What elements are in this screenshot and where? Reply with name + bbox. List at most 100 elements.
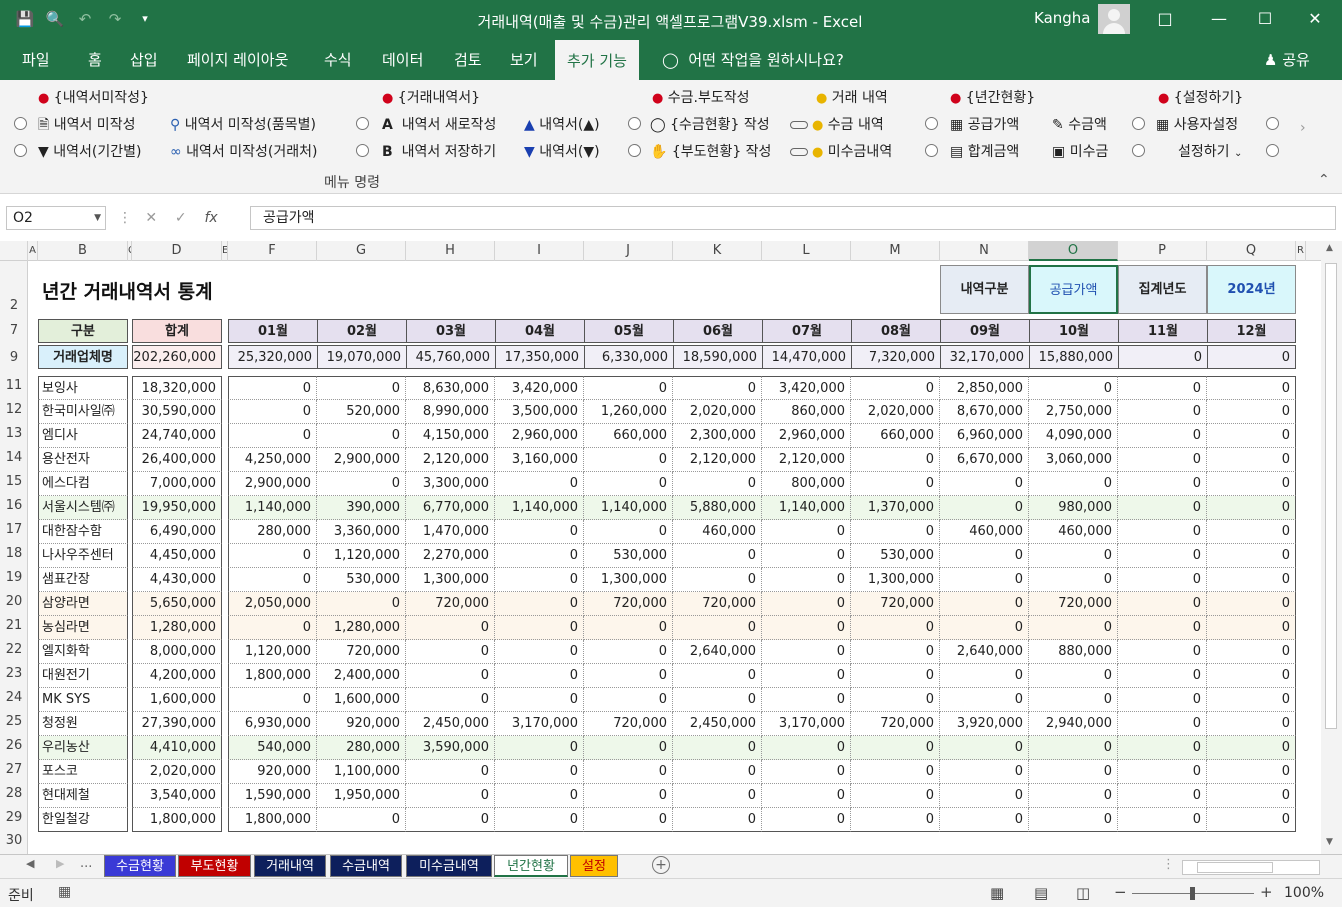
- row-header[interactable]: 18: [0, 542, 28, 566]
- row-month-value[interactable]: 0: [1207, 616, 1296, 640]
- header-month[interactable]: 10월: [1029, 319, 1119, 343]
- row-month-value[interactable]: 0: [1118, 400, 1207, 424]
- row-month-value[interactable]: 0: [495, 760, 584, 784]
- zoom-slider[interactable]: [1132, 887, 1254, 900]
- row-month-value[interactable]: 0: [406, 808, 495, 832]
- row-month-value[interactable]: 3,420,000: [762, 376, 851, 400]
- row-month-value[interactable]: 530,000: [584, 544, 673, 568]
- save-icon[interactable]: 💾: [14, 8, 36, 30]
- row-header[interactable]: 13: [0, 422, 28, 446]
- column-header[interactable]: B: [38, 241, 128, 261]
- radio-option[interactable]: [356, 117, 369, 130]
- column-header[interactable]: N: [940, 241, 1029, 261]
- row-month-value[interactable]: 720,000: [584, 592, 673, 616]
- row-month-value[interactable]: 0: [940, 496, 1029, 520]
- row-month-value[interactable]: 660,000: [851, 424, 940, 448]
- row-client-name[interactable]: 엠디사: [38, 424, 128, 448]
- row-month-value[interactable]: 0: [1118, 544, 1207, 568]
- row-total[interactable]: 7,000,000: [132, 472, 222, 496]
- collect-bounce-header[interactable]: ● 수금.부도작성: [652, 87, 750, 107]
- header-month[interactable]: 03월: [406, 319, 496, 343]
- row-month-value[interactable]: 0: [228, 424, 317, 448]
- sheet-tab[interactable]: 거래내역: [254, 855, 326, 877]
- row-month-value[interactable]: 460,000: [673, 520, 762, 544]
- next-sheet-icon[interactable]: ▶: [56, 857, 64, 870]
- row-month-value[interactable]: 3,060,000: [1029, 448, 1118, 472]
- row-total[interactable]: 8,000,000: [132, 640, 222, 664]
- row-total[interactable]: 19,950,000: [132, 496, 222, 520]
- row-month-value[interactable]: 6,960,000: [940, 424, 1029, 448]
- row-client-name[interactable]: 엘지화학: [38, 640, 128, 664]
- column-header[interactable]: H: [406, 241, 495, 261]
- unwritten-by-item-button[interactable]: ⚲ 내역서 미작성(품목별): [170, 114, 316, 134]
- row-month-value[interactable]: 0: [584, 376, 673, 400]
- cancel-icon[interactable]: ✕: [145, 210, 157, 226]
- row-month-value[interactable]: 3,920,000: [940, 712, 1029, 736]
- row-month-value[interactable]: 0: [584, 784, 673, 808]
- row-month-value[interactable]: 280,000: [228, 520, 317, 544]
- row-month-value[interactable]: 520,000: [317, 400, 406, 424]
- row-month-value[interactable]: 0: [851, 520, 940, 544]
- row-month-value[interactable]: 0: [762, 808, 851, 832]
- row-month-value[interactable]: 0: [1118, 472, 1207, 496]
- row-month-value[interactable]: 0: [851, 472, 940, 496]
- column-header[interactable]: P: [1118, 241, 1207, 261]
- row-month-value[interactable]: 2,020,000: [851, 400, 940, 424]
- tab-review[interactable]: 검토: [454, 40, 482, 80]
- row-month-value[interactable]: 0: [228, 376, 317, 400]
- row-client-name[interactable]: 현대제철: [38, 784, 128, 808]
- row-month-value[interactable]: 0: [1207, 712, 1296, 736]
- row-month-value[interactable]: 0: [584, 448, 673, 472]
- row-month-value[interactable]: 0: [584, 664, 673, 688]
- row-month-value[interactable]: 0: [673, 736, 762, 760]
- row-client-name[interactable]: 한국미사일㈜: [38, 400, 128, 424]
- row-month-value[interactable]: 0: [1207, 400, 1296, 424]
- row-month-value[interactable]: 540,000: [228, 736, 317, 760]
- uncollected-button[interactable]: ▣ 미수금: [1052, 141, 1108, 161]
- header-month[interactable]: 07월: [762, 319, 852, 343]
- row-header[interactable]: 20: [0, 590, 28, 614]
- row-month-value[interactable]: 720,000: [1029, 592, 1118, 616]
- row-header[interactable]: 30: [0, 830, 28, 852]
- row-month-value[interactable]: 0: [1029, 784, 1118, 808]
- row-month-value[interactable]: 0: [1207, 424, 1296, 448]
- name-box[interactable]: O2 ▼: [6, 206, 106, 230]
- avatar[interactable]: [1098, 4, 1130, 34]
- row-month-value[interactable]: 880,000: [1029, 640, 1118, 664]
- summary-month[interactable]: 6,330,000: [584, 345, 674, 369]
- row-month-value[interactable]: 660,000: [584, 424, 673, 448]
- row-header[interactable]: 29: [0, 806, 28, 830]
- sheet-tab[interactable]: 부도현황: [178, 855, 251, 877]
- summary-month[interactable]: 15,880,000: [1029, 345, 1119, 369]
- type-value[interactable]: 공급가액: [1029, 265, 1118, 314]
- row-header[interactable]: 27: [0, 758, 28, 782]
- row-month-value[interactable]: 0: [673, 664, 762, 688]
- row-month-value[interactable]: 0: [495, 688, 584, 712]
- page-layout-view-icon[interactable]: ▤: [1034, 884, 1048, 902]
- row-month-value[interactable]: 1,600,000: [317, 688, 406, 712]
- row-month-value[interactable]: 0: [851, 664, 940, 688]
- row-month-value[interactable]: 0: [495, 472, 584, 496]
- row-month-value[interactable]: 1,800,000: [228, 664, 317, 688]
- row-month-value[interactable]: 0: [317, 808, 406, 832]
- summary-month[interactable]: 0: [1207, 345, 1296, 369]
- row-client-name[interactable]: 샘표간장: [38, 568, 128, 592]
- row-month-value[interactable]: 3,500,000: [495, 400, 584, 424]
- row-month-value[interactable]: 460,000: [940, 520, 1029, 544]
- row-month-value[interactable]: 8,990,000: [406, 400, 495, 424]
- row-client-name[interactable]: 청정원: [38, 712, 128, 736]
- settings-button[interactable]: 설정하기 ⌄: [1178, 141, 1242, 161]
- row-month-value[interactable]: 1,140,000: [228, 496, 317, 520]
- collect-amount-button[interactable]: ✎ 수금액: [1052, 114, 1107, 134]
- summary-month[interactable]: 0: [1118, 345, 1208, 369]
- row-month-value[interactable]: 2,120,000: [762, 448, 851, 472]
- row-month-value[interactable]: 2,050,000: [228, 592, 317, 616]
- row-month-value[interactable]: 0: [851, 808, 940, 832]
- row-header[interactable]: 22: [0, 638, 28, 662]
- trade-down-button[interactable]: ▼ 내역서(▼): [524, 141, 600, 161]
- horizontal-scrollbar[interactable]: [1182, 860, 1320, 875]
- row-month-value[interactable]: 0: [673, 568, 762, 592]
- zoom-slider-knob[interactable]: [1190, 887, 1195, 900]
- print-preview-icon[interactable]: 🔍: [44, 8, 66, 30]
- row-month-value[interactable]: 1,120,000: [228, 640, 317, 664]
